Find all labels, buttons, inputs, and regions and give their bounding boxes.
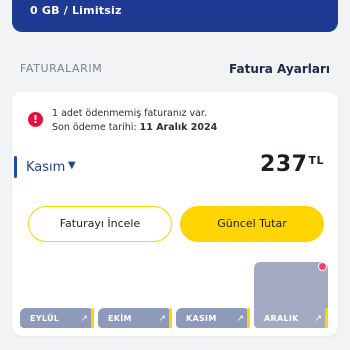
- chart-bar-aralik[interactable]: ARALIK ↗: [254, 262, 328, 328]
- chart-bar-label: ARALIK: [264, 314, 299, 323]
- chevron-down-icon[interactable]: ▼: [68, 160, 76, 171]
- chart-bar-eki̇m[interactable]: EKİM ↗: [98, 308, 172, 328]
- chart-bar-label: KASIM: [186, 314, 217, 323]
- arrow-up-right-icon: ↗: [80, 314, 88, 324]
- month-row: Kasım ▼ 237TL: [12, 152, 338, 182]
- due-date-value: 11 Aralık 2024: [139, 122, 218, 133]
- currency-label: TL: [308, 154, 324, 167]
- monthly-invoice-chart: EYLÜL ↗ EKİM ↗ KASIM ↗ ARALIK ↗: [20, 262, 330, 328]
- chart-bar-divider: [325, 308, 328, 328]
- amount-value: 237: [260, 152, 308, 177]
- arrow-up-right-icon: ↗: [314, 314, 322, 324]
- month-selector-label[interactable]: Kasım: [26, 160, 65, 175]
- chart-bar-divider: [169, 308, 172, 328]
- chart-bar-label: EYLÜL: [30, 314, 60, 323]
- chart-bar-kasim[interactable]: KASIM ↗: [176, 308, 250, 328]
- alert-icon: !: [28, 112, 43, 127]
- invoice-card: ! 1 adet ödenmemiş faturanız var. Son öd…: [12, 92, 338, 336]
- chart-bar-label: EKİM: [108, 314, 132, 323]
- alert-message: 1 adet ödenmemiş faturanız var.: [52, 108, 207, 119]
- usage-text: 0 GB / Limitsiz: [30, 4, 122, 17]
- invoice-settings-link[interactable]: Fatura Ayarları: [229, 62, 330, 76]
- usage-card[interactable]: 0 GB / Limitsiz: [12, 0, 338, 32]
- unpaid-invoice-alert: ! 1 adet ödenmemiş faturanız var. Son öd…: [28, 108, 248, 138]
- arrow-up-right-icon: ↗: [158, 314, 166, 324]
- section-title: FATURALARIM: [20, 62, 103, 75]
- month-accent-bar: [14, 156, 17, 178]
- due-date-label: Son ödeme tarihi:: [52, 122, 140, 133]
- view-invoice-button[interactable]: Faturayı İncele: [28, 206, 172, 242]
- invoice-screen: 0 GB / Limitsiz FATURALARIM Fatura Ayarl…: [0, 0, 350, 350]
- chart-bar-divider: [247, 308, 250, 328]
- alert-due-date: Son ödeme tarihi: 11 Aralık 2024: [52, 122, 217, 133]
- chart-bar-divider: [91, 308, 94, 328]
- current-amount-button[interactable]: Güncel Tutar: [180, 206, 324, 242]
- invoices-section-header: FATURALARIM Fatura Ayarları: [20, 62, 330, 80]
- arrow-up-right-icon: ↗: [236, 314, 244, 324]
- chart-bar-eylül[interactable]: EYLÜL ↗: [20, 308, 94, 328]
- invoice-amount: 237TL: [260, 152, 324, 177]
- notification-dot: [318, 262, 327, 271]
